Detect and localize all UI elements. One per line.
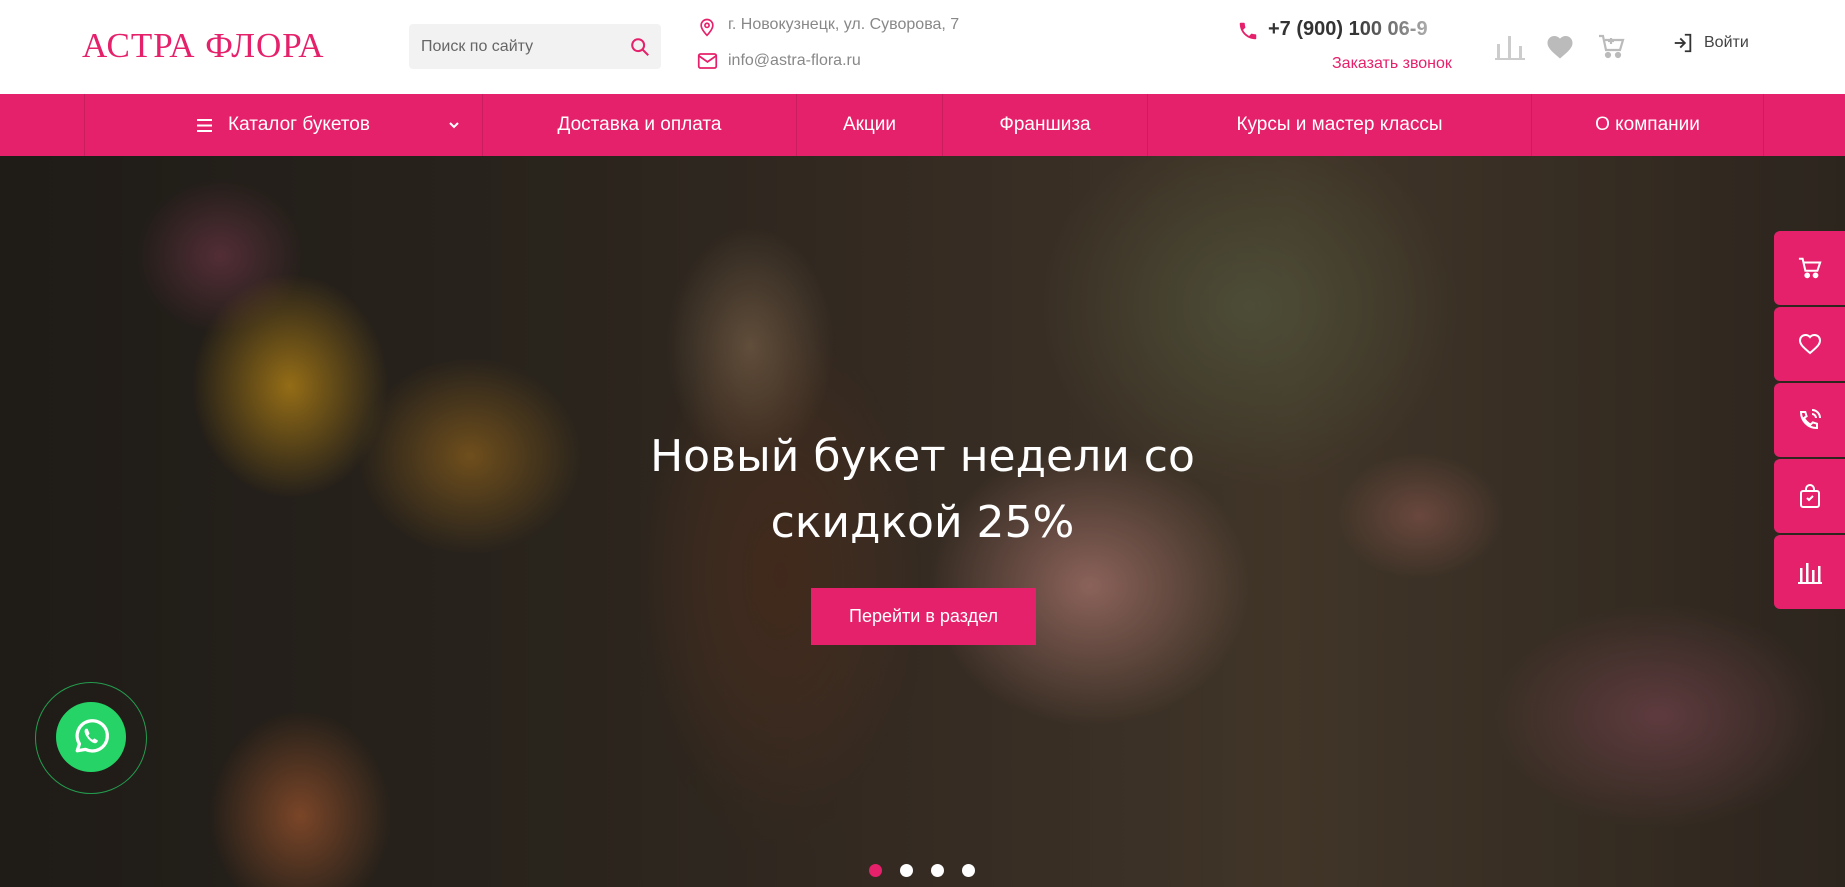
search-input[interactable]	[421, 24, 621, 69]
side-bag-button[interactable]	[1774, 459, 1845, 533]
mail-icon	[697, 53, 718, 69]
nav-item-catalog[interactable]: Каталог букетов	[84, 94, 482, 156]
phone-icon	[1239, 22, 1257, 40]
slider-dot-2[interactable]	[900, 864, 913, 877]
login-icon	[1674, 33, 1692, 53]
address-text: г. Новокузнецк, ул. Суворова, 7	[728, 16, 960, 33]
email-link[interactable]: info@astra-flora.ru	[728, 52, 861, 70]
location-pin-icon	[700, 18, 714, 37]
side-cart-button[interactable]	[1774, 231, 1845, 305]
nav-item-label: Доставка и оплата	[557, 114, 722, 135]
nav-item-label: Каталог букетов	[228, 114, 370, 135]
site-logo[interactable]: АСТРА ФЛОРА	[82, 26, 325, 66]
nav-item-label: О компании	[1595, 114, 1700, 135]
compare-icon[interactable]	[1495, 32, 1525, 60]
nav-item-label: Акции	[842, 114, 897, 135]
search-box	[409, 24, 661, 69]
side-favorites-button[interactable]	[1774, 307, 1845, 381]
nav-item-delivery[interactable]: Доставка и оплата	[482, 94, 796, 156]
hero-cta-button[interactable]: Перейти в раздел	[811, 588, 1036, 645]
bag-icon	[1799, 484, 1820, 508]
main-nav: Каталог букетов Доставка и оплата Акции …	[0, 94, 1845, 156]
phone-number[interactable]: +7 (900) 100 06-9	[1268, 18, 1458, 41]
slider-dot-4[interactable]	[962, 864, 975, 877]
nav-item-courses[interactable]: Курсы и мастер классы	[1147, 94, 1531, 156]
hero-slider: Новый букет недели со скидкой 25% Перейт…	[0, 156, 1845, 887]
nav-item-about[interactable]: О компании	[1531, 94, 1764, 156]
nav-item-label: Курсы и мастер классы	[1236, 114, 1443, 135]
cart-icon[interactable]	[1596, 32, 1626, 60]
nav-item-label: Франшиза	[999, 114, 1091, 135]
nav-item-promotions[interactable]: Акции	[796, 94, 942, 156]
whatsapp-button[interactable]	[56, 702, 126, 772]
side-compare-button[interactable]	[1774, 535, 1845, 609]
hero-title: Новый букет недели со скидкой 25%	[0, 424, 1845, 556]
phone-call-icon	[1799, 409, 1821, 430]
whatsapp-icon	[75, 719, 109, 753]
nav-item-franchise[interactable]: Франшиза	[942, 94, 1147, 156]
menu-icon	[197, 118, 213, 132]
search-icon[interactable]	[629, 36, 651, 58]
heart-icon	[1798, 333, 1821, 355]
slider-dot-1[interactable]	[869, 864, 882, 877]
chevron-down-icon	[449, 122, 459, 129]
hero-title-line-1: Новый букет недели со	[650, 431, 1195, 482]
heart-icon[interactable]	[1545, 32, 1575, 60]
side-callback-button[interactable]	[1774, 383, 1845, 457]
slider-dots	[869, 864, 979, 878]
hero-title-line-2: скидкой 25%	[770, 497, 1075, 548]
cart-icon	[1798, 257, 1822, 279]
login-label: Войти	[1704, 34, 1749, 51]
compare-icon	[1797, 563, 1822, 584]
slider-dot-3[interactable]	[931, 864, 944, 877]
site-header: АСТРА ФЛОРА г. Новокузнецк, ул. Суворова…	[0, 0, 1845, 94]
callback-link[interactable]: Заказать звонок	[1332, 55, 1452, 73]
